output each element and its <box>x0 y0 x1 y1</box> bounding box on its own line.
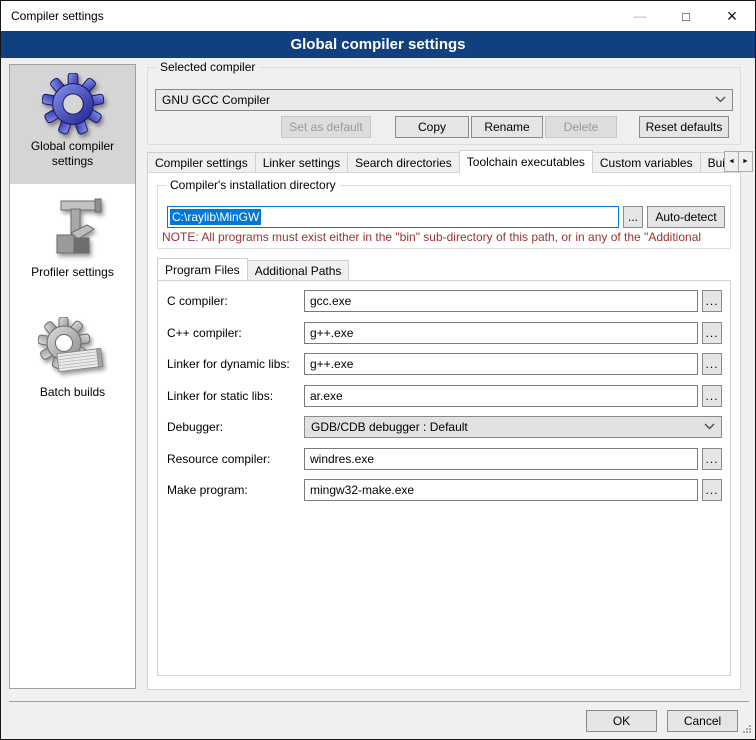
static-linker-input[interactable] <box>304 385 698 407</box>
dynamic-linker-input[interactable] <box>304 353 698 375</box>
sidebar-item-label: Batch builds <box>17 385 129 400</box>
minimize-button[interactable]: — <box>617 1 663 31</box>
resize-grip[interactable] <box>743 725 745 727</box>
maximize-button[interactable]: □ <box>663 1 709 31</box>
sidebar-item-profiler-settings[interactable]: Profiler settings <box>10 193 135 293</box>
caliper-tool-icon <box>41 195 105 261</box>
close-button[interactable]: × <box>709 1 755 31</box>
bin-subdirectory-note: NOTE: All programs must exist either in … <box>162 230 728 244</box>
chevron-down-icon <box>704 422 715 433</box>
resource-compiler-browse-button[interactable]: ... <box>702 448 722 470</box>
minimize-icon: — <box>634 9 646 23</box>
dynamic-linker-label: Linker for dynamic libs: <box>167 357 290 371</box>
compiler-select-value: GNU GCC Compiler <box>162 93 270 107</box>
delete-button[interactable]: Delete <box>545 116 617 138</box>
static-linker-label: Linker for static libs: <box>167 389 273 403</box>
tab-compiler-settings[interactable]: Compiler settings <box>147 152 256 173</box>
cancel-button[interactable]: Cancel <box>667 710 738 732</box>
compiler-settings-dialog: Compiler settings — □ × Global compiler … <box>0 0 756 740</box>
make-program-input[interactable] <box>304 479 698 501</box>
rename-button[interactable]: Rename <box>471 116 543 138</box>
selected-compiler-group-label: Selected compiler <box>156 60 259 74</box>
resource-compiler-label: Resource compiler: <box>167 452 270 466</box>
reset-defaults-button[interactable]: Reset defaults <box>639 116 729 138</box>
footer-divider <box>9 701 749 702</box>
maximize-icon: □ <box>682 9 690 24</box>
tab-linker-settings[interactable]: Linker settings <box>255 152 348 173</box>
compiler-select[interactable]: GNU GCC Compiler <box>155 89 733 111</box>
dynamic-linker-browse-button[interactable]: ... <box>702 353 722 375</box>
c-compiler-browse-button[interactable]: ... <box>702 290 722 312</box>
debugger-select-value: GDB/CDB debugger : Default <box>311 420 468 434</box>
tab-scroll-arrows: ◄ ► <box>724 151 752 172</box>
tab-toolchain-executables[interactable]: Toolchain executables <box>459 150 593 173</box>
set-as-default-button[interactable]: Set as default <box>281 116 371 138</box>
debugger-select[interactable]: GDB/CDB debugger : Default <box>304 416 722 438</box>
make-program-browse-button[interactable]: ... <box>702 479 722 501</box>
tab-scroll-right-icon[interactable]: ► <box>738 151 753 172</box>
tab-custom-variables[interactable]: Custom variables <box>592 152 701 173</box>
compiler-actions: Set as default Copy Rename Delete Reset … <box>155 116 733 138</box>
caption-buttons: — □ × <box>617 1 755 31</box>
static-linker-browse-button[interactable]: ... <box>702 385 722 407</box>
cpp-compiler-label: C++ compiler: <box>167 326 242 340</box>
sidebar-item-label: Profiler settings <box>17 265 129 280</box>
chevron-down-icon <box>715 95 726 106</box>
ok-button[interactable]: OK <box>586 710 657 732</box>
tab-program-files[interactable]: Program Files <box>157 258 248 281</box>
gear-with-stack-icon <box>38 317 108 381</box>
installation-directory-group-label: Compiler's installation directory <box>166 178 340 192</box>
cpp-compiler-input[interactable] <box>304 322 698 344</box>
make-program-label: Make program: <box>167 483 248 497</box>
title-bar[interactable]: Compiler settings — □ × <box>1 1 755 31</box>
auto-detect-button[interactable]: Auto-detect <box>647 206 725 228</box>
page-title: Global compiler settings <box>1 31 755 58</box>
blue-gear-icon <box>42 73 104 135</box>
tab-scroll-left-icon[interactable]: ◄ <box>724 151 739 172</box>
debugger-label: Debugger: <box>167 420 223 434</box>
c-compiler-label: C compiler: <box>167 294 228 308</box>
compiler-settings-tabs: Compiler settings Linker settings Search… <box>147 150 741 173</box>
install-dir-browse-button[interactable]: ... <box>623 206 643 228</box>
sidebar-item-batch-builds[interactable]: Batch builds <box>10 309 135 419</box>
c-compiler-input[interactable] <box>304 290 698 312</box>
resource-compiler-input[interactable] <box>304 448 698 470</box>
install-dir-input[interactable]: C:\raylib\MinGW <box>167 206 619 228</box>
program-files-tabs: Program Files Additional Paths <box>157 258 731 281</box>
close-icon: × <box>727 6 738 27</box>
sidebar-item-label: Global compiler settings <box>17 139 129 169</box>
install-dir-selected-text: C:\raylib\MinGW <box>170 209 261 225</box>
tab-search-directories[interactable]: Search directories <box>347 152 460 173</box>
sidebar-item-global-compiler-settings[interactable]: Global compiler settings <box>10 65 135 184</box>
tab-additional-paths[interactable]: Additional Paths <box>247 260 350 281</box>
cpp-compiler-browse-button[interactable]: ... <box>702 322 722 344</box>
copy-button[interactable]: Copy <box>395 116 469 138</box>
settings-category-list: Global compiler settings Profiler settin… <box>9 64 136 689</box>
window-title: Compiler settings <box>1 9 104 23</box>
